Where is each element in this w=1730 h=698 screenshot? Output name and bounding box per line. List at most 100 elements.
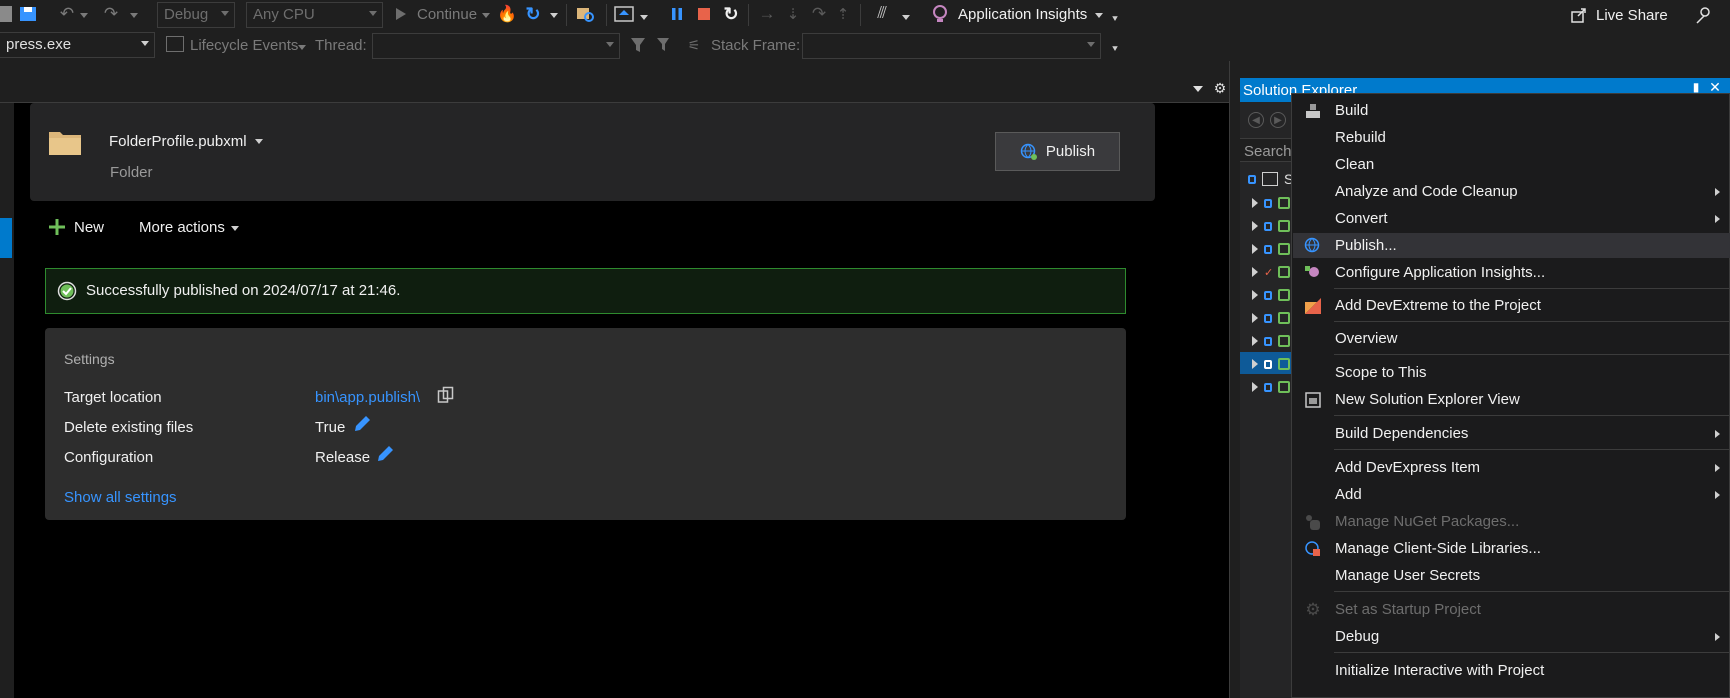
tree-project-row-selected[interactable]	[1252, 354, 1290, 374]
target-location-link[interactable]: bin\app.publish\	[315, 389, 420, 406]
profile-dropdown-icon[interactable]	[255, 138, 263, 144]
menu-item-scope-to-this[interactable]: Scope to This	[1293, 360, 1730, 385]
expand-arrow-icon[interactable]	[1252, 267, 1258, 277]
menu-item-overview[interactable]: Overview	[1293, 326, 1730, 351]
find-in-files-icon[interactable]	[576, 4, 596, 24]
back-icon[interactable]: ◀	[1248, 112, 1264, 128]
menu-item-clean[interactable]: Clean	[1293, 152, 1730, 177]
show-all-settings-link[interactable]: Show all settings	[64, 489, 177, 506]
stop-icon[interactable]	[698, 8, 710, 20]
expand-arrow-icon[interactable]	[1252, 336, 1258, 346]
live-share-icon[interactable]	[1570, 6, 1588, 24]
expand-arrow-icon[interactable]	[1252, 313, 1258, 323]
filter-flag-icon[interactable]	[656, 36, 674, 54]
menu-item-manage-client-side-libraries[interactable]: Manage Client-Side Libraries...	[1293, 536, 1730, 561]
menu-item-add-devexpress-item[interactable]: Add DevExpress Item	[1293, 455, 1730, 480]
menu-item-new-solution-explorer-view[interactable]: New Solution Explorer View	[1293, 387, 1730, 412]
redo-icon[interactable]: ↷	[102, 4, 120, 24]
toolbar2-overflow-icon[interactable]: ⯆	[1110, 44, 1120, 55]
nuget-icon	[1303, 512, 1323, 532]
menu-item-analyze-code-cleanup[interactable]: Analyze and Code Cleanup	[1293, 179, 1730, 204]
restart-icon[interactable]: ↻	[524, 4, 542, 24]
platform-select[interactable]: Any CPU	[246, 2, 383, 28]
profile-name[interactable]: FolderProfile.pubxml	[109, 133, 247, 150]
tree-project-row[interactable]	[1252, 285, 1290, 305]
lifecycle-events-icon[interactable]	[166, 36, 184, 52]
tree-project-row[interactable]	[1252, 216, 1290, 236]
tree-project-row[interactable]	[1252, 239, 1290, 259]
application-insights-button[interactable]: Application Insights	[958, 6, 1087, 23]
restart-debug-icon[interactable]: ↻	[722, 4, 740, 24]
expand-arrow-icon[interactable]	[1252, 290, 1258, 300]
menu-item-configure-app-insights[interactable]: Configure Application Insights...	[1293, 260, 1730, 285]
expand-arrow-icon[interactable]	[1252, 359, 1258, 369]
undo-dropdown-icon[interactable]	[80, 12, 88, 18]
doc-settings-gear-icon[interactable]: ⚙	[1212, 80, 1228, 96]
tree-project-row[interactable]	[1252, 308, 1290, 328]
stack-frame-label: Stack Frame:	[711, 37, 801, 54]
expand-arrow-icon[interactable]	[1252, 198, 1258, 208]
hot-reload-flame-icon[interactable]: 🔥	[497, 5, 517, 23]
menu-item-initialize-interactive[interactable]: Initialize Interactive with Project	[1293, 658, 1730, 683]
tree-project-row[interactable]	[1252, 331, 1290, 351]
lifecycle-events-button[interactable]: Lifecycle Events	[190, 37, 298, 54]
menu-item-rebuild[interactable]: Rebuild	[1293, 125, 1730, 150]
lifecycle-dropdown-icon[interactable]	[298, 44, 306, 50]
new-profile-button[interactable]: New	[74, 219, 104, 236]
continue-play-icon[interactable]	[395, 7, 407, 21]
tab-list-dropdown-icon[interactable]	[1192, 85, 1204, 93]
toolbar-overflow-icon[interactable]: ⯆	[1110, 14, 1120, 25]
expand-arrow-icon[interactable]	[1252, 382, 1258, 392]
account-feedback-icon[interactable]	[1694, 5, 1714, 25]
new-plus-icon[interactable]	[48, 218, 66, 236]
project-icon	[1278, 312, 1290, 324]
insights-dropdown-icon[interactable]	[1095, 12, 1103, 18]
lock-icon	[1264, 336, 1272, 346]
menu-item-debug[interactable]: Debug	[1293, 624, 1730, 649]
menu-item-add-devextreme[interactable]: Add DevExtreme to the Project	[1293, 293, 1730, 318]
thread-select[interactable]	[372, 33, 620, 59]
forward-icon[interactable]: ▶	[1270, 112, 1286, 128]
panel-splitter[interactable]	[1229, 61, 1240, 698]
panel-close-icon[interactable]: ✕	[1708, 79, 1722, 95]
live-share-button[interactable]: Live Share	[1596, 7, 1668, 24]
publish-button[interactable]: Publish	[995, 132, 1120, 171]
more-actions-button[interactable]: More actions	[139, 219, 239, 236]
tree-project-row[interactable]	[1252, 377, 1290, 397]
configuration-select[interactable]: Debug	[157, 2, 235, 28]
edit-pencil-icon[interactable]	[352, 414, 372, 434]
menu-item-manage-user-secrets[interactable]: Manage User Secrets	[1293, 563, 1730, 588]
application-insights-icon[interactable]	[932, 4, 948, 24]
expand-arrow-icon[interactable]	[1252, 221, 1258, 231]
browser-link-dropdown-icon[interactable]	[640, 14, 648, 20]
save-icon[interactable]	[0, 6, 12, 22]
redo-dropdown-icon[interactable]	[130, 12, 138, 18]
pause-icon[interactable]	[670, 6, 684, 22]
breakpoints-dropdown-icon[interactable]	[902, 14, 910, 20]
panel-pin-icon[interactable]: ▮	[1690, 80, 1702, 94]
continue-button[interactable]: Continue	[417, 6, 477, 23]
menu-item-build[interactable]: Build	[1293, 98, 1730, 123]
stack-frame-select[interactable]	[802, 33, 1101, 59]
breakpoints-icon[interactable]: ⫻	[872, 4, 892, 24]
solution-root-row[interactable]: S	[1248, 169, 1293, 189]
undo-icon[interactable]: ↶	[58, 4, 76, 24]
menu-item-publish[interactable]: Publish...	[1293, 233, 1730, 258]
more-actions-label: More actions	[139, 219, 225, 236]
restart-dropdown-icon[interactable]	[550, 12, 558, 18]
menu-item-build-dependencies[interactable]: Build Dependencies	[1293, 421, 1730, 446]
copy-icon[interactable]	[437, 386, 455, 404]
tree-project-row[interactable]	[1252, 193, 1290, 213]
save-all-icon[interactable]	[18, 5, 40, 23]
flag-threads-icon[interactable]: ⚟	[684, 36, 704, 54]
edit-pencil-icon[interactable]	[375, 444, 395, 464]
filter-icon[interactable]	[630, 36, 646, 54]
more-actions-caret-icon	[230, 225, 239, 231]
menu-item-add[interactable]: Add	[1293, 482, 1730, 507]
continue-dropdown-icon[interactable]	[482, 12, 490, 18]
tree-project-row[interactable]: ✓	[1252, 262, 1290, 282]
browser-link-icon[interactable]	[614, 5, 634, 23]
process-select[interactable]: press.exe	[0, 32, 155, 58]
expand-arrow-icon[interactable]	[1252, 244, 1258, 254]
menu-item-convert[interactable]: Convert	[1293, 206, 1730, 231]
